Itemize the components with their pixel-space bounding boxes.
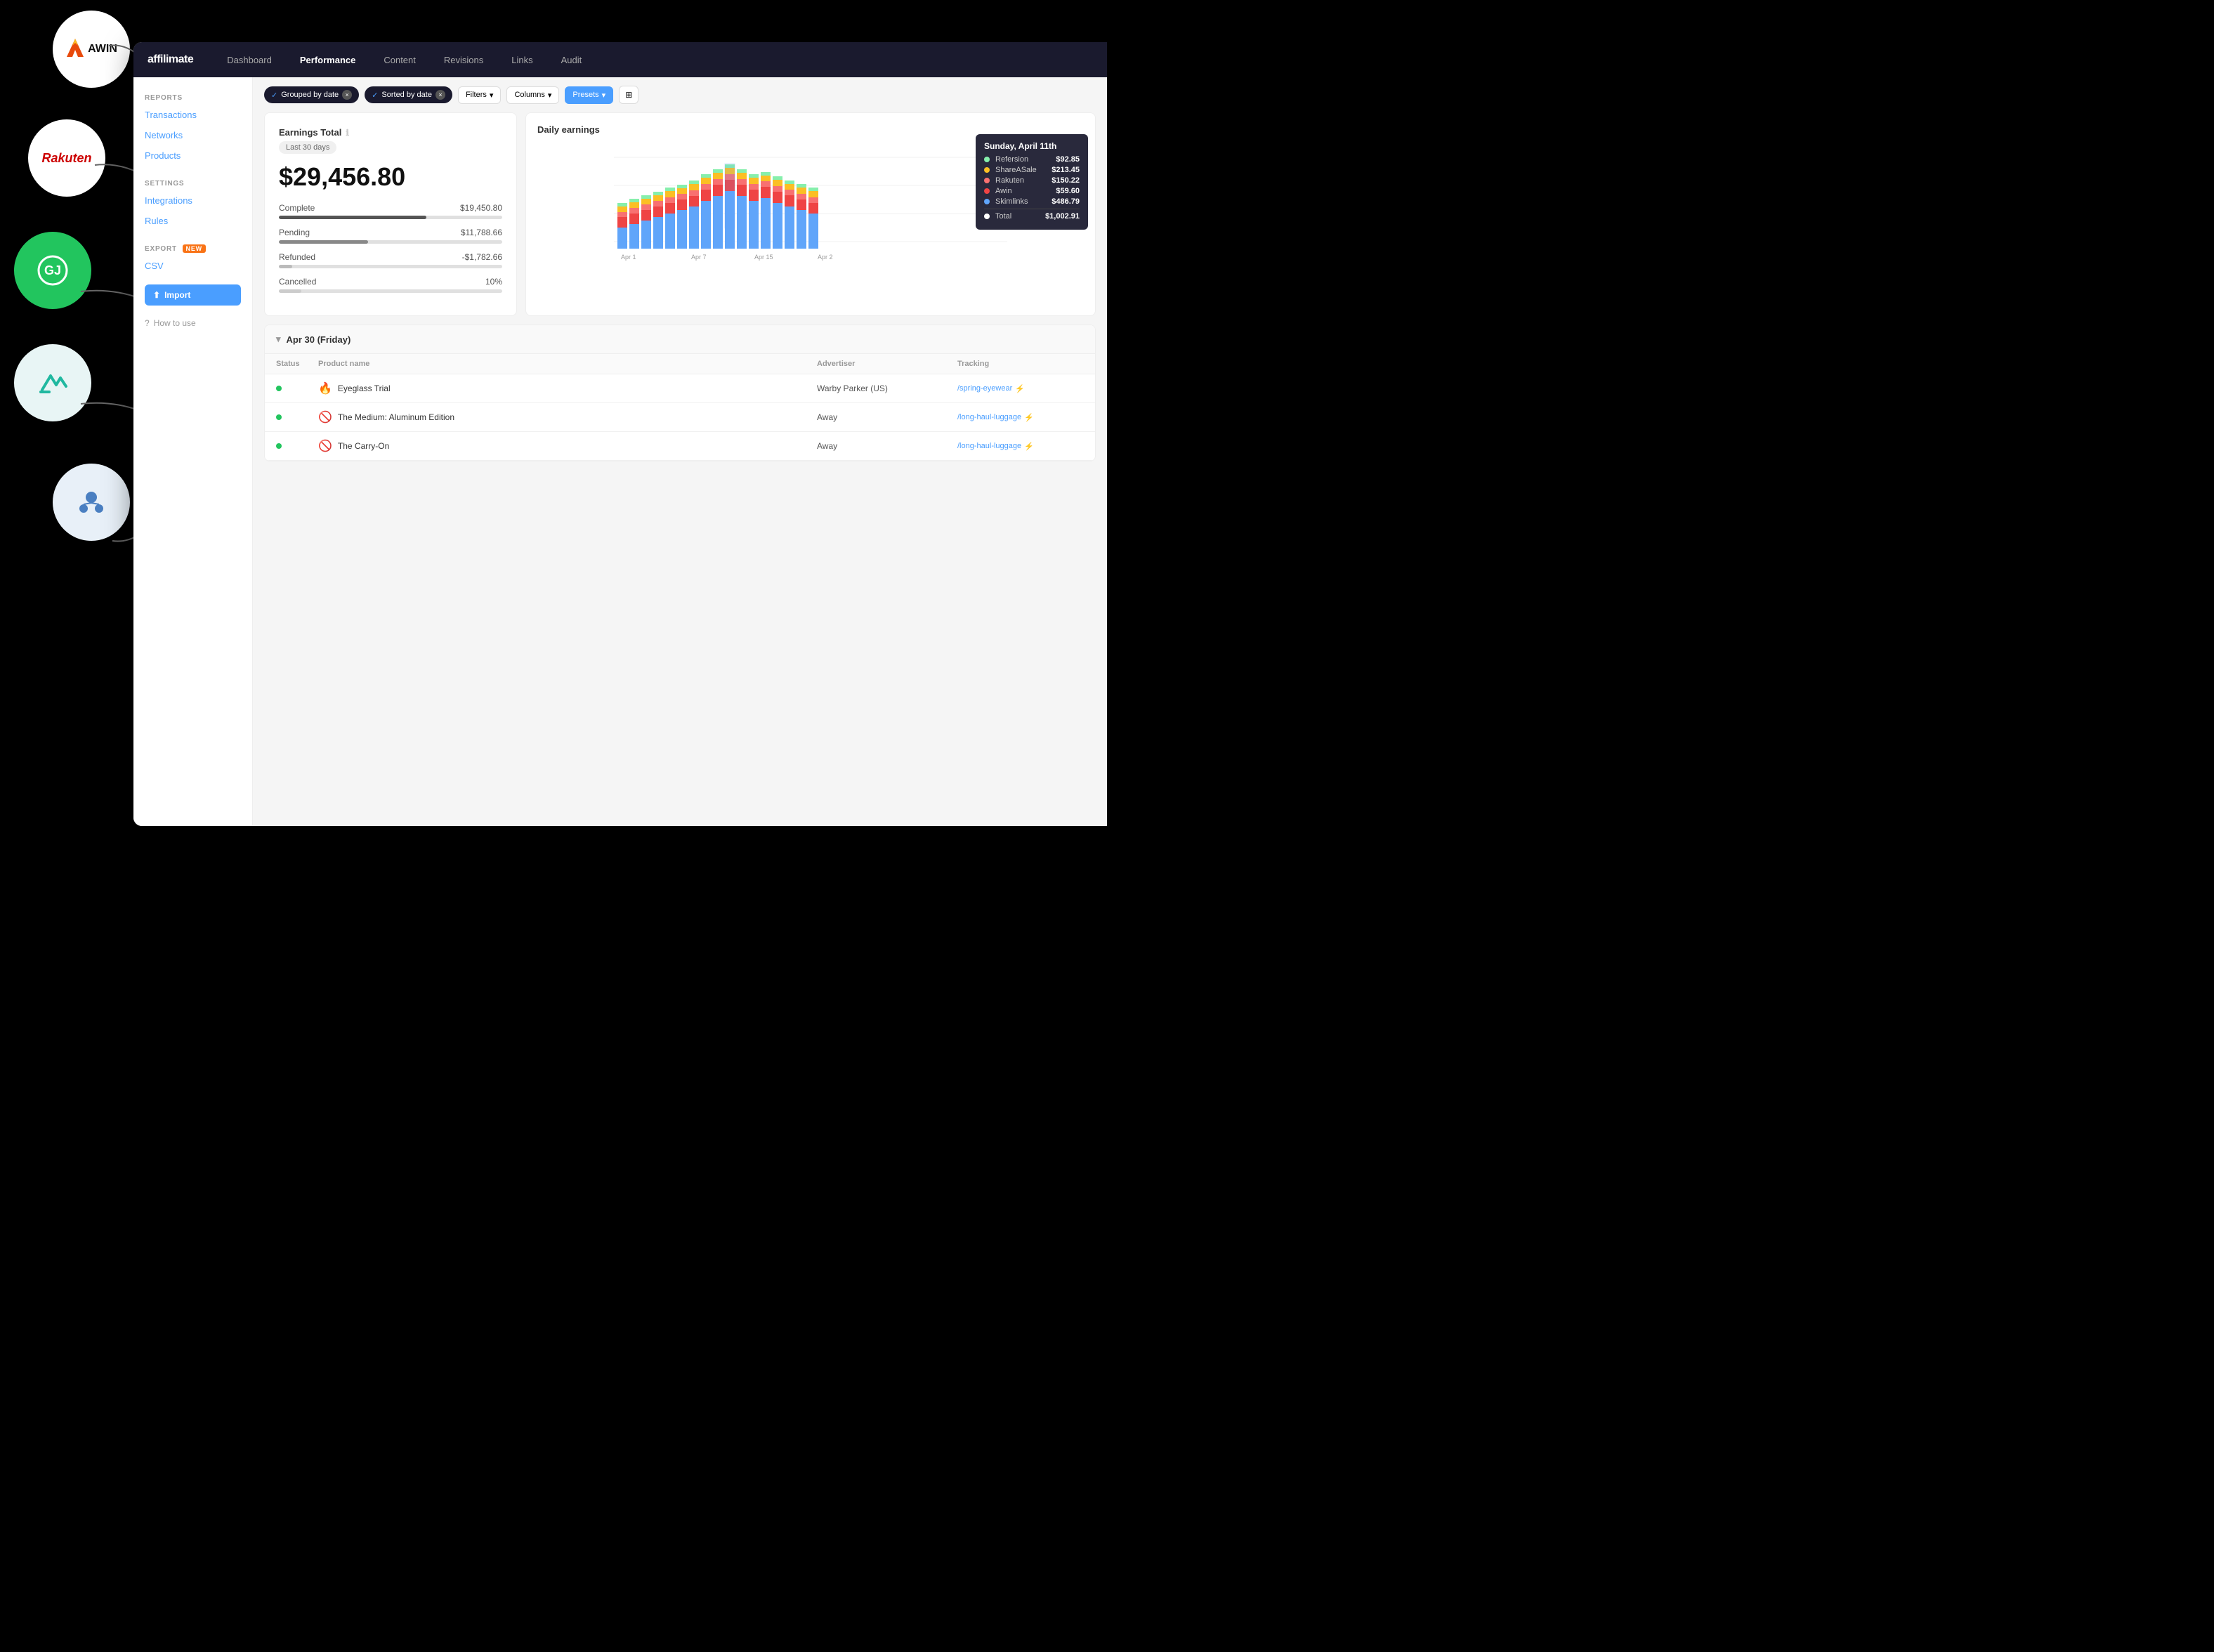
svg-text:Apr 1: Apr 1 xyxy=(621,254,636,261)
product-name-1: 🔥 Eyeglass Trial xyxy=(318,381,817,395)
filters-button[interactable]: Filters ▾ xyxy=(458,86,501,104)
import-icon: ⬆ xyxy=(153,290,160,300)
reports-section-title: REPORTS xyxy=(133,88,252,105)
svg-text:Apr 15: Apr 15 xyxy=(754,254,773,261)
tooltip-total: Total $1,002.91 xyxy=(984,209,1080,221)
help-icon: ? xyxy=(145,318,150,328)
earnings-pending: Pending $11,788.66 xyxy=(279,228,502,244)
sidebar-item-transactions[interactable]: Transactions xyxy=(133,105,252,125)
top-nav: affilimate Dashboard Performance Content… xyxy=(133,42,1107,77)
export-section-title: EXPORT NEW xyxy=(133,240,252,256)
svg-text:Apr 7: Apr 7 xyxy=(691,254,707,261)
earnings-complete: Complete $19,450.80 xyxy=(279,203,502,219)
advertiser-2: Away xyxy=(817,412,957,422)
nav-audit[interactable]: Audit xyxy=(556,52,588,68)
svg-text:Apr 2: Apr 2 xyxy=(818,254,833,261)
tooltip-date: Sunday, April 11th xyxy=(984,141,1080,151)
product-name-2: 🚫 The Medium: Aluminum Edition xyxy=(318,410,817,424)
col-tracking: Tracking xyxy=(957,360,1084,368)
date-badge: Last 30 days xyxy=(279,141,336,154)
external-link-icon-3: ⚡ xyxy=(1024,442,1034,451)
main-content: REPORTS Transactions Networks Products S… xyxy=(133,77,1107,826)
tracking-link-1[interactable]: /spring-eyewear ⚡ xyxy=(957,384,1084,393)
remove-grouped-filter[interactable]: × xyxy=(342,90,352,100)
settings-section-title: SETTINGS xyxy=(133,174,252,190)
svg-text:GJ: GJ xyxy=(44,263,61,277)
sorted-by-date-filter[interactable]: ✓ Sorted by date × xyxy=(365,86,452,103)
earnings-title: Earnings Total ℹ xyxy=(279,127,502,138)
nav-links[interactable]: Links xyxy=(506,52,538,68)
col-product: Product name xyxy=(318,360,817,368)
tracking-link-2[interactable]: /long-haul-luggage ⚡ xyxy=(957,413,1084,422)
info-icon: ℹ xyxy=(346,128,349,138)
check-icon-2: ✓ xyxy=(372,91,378,100)
external-link-icon-2: ⚡ xyxy=(1024,413,1034,422)
help-link[interactable]: ? How to use xyxy=(133,314,252,332)
table-header: Status Product name Advertiser Tracking xyxy=(265,354,1095,374)
chevron-down-icon-3: ▾ xyxy=(602,91,606,100)
table-row[interactable]: 🚫 The Medium: Aluminum Edition Away /lon… xyxy=(265,403,1095,432)
chart-title: Daily earnings xyxy=(537,124,1084,135)
tooltip-shareasale: ShareASale $213.45 xyxy=(984,166,1080,174)
col-advertiser: Advertiser xyxy=(817,360,957,368)
presets-button[interactable]: Presets ▾ xyxy=(565,86,613,104)
check-icon: ✓ xyxy=(271,91,277,100)
chevron-down-icon: ▾ xyxy=(490,91,494,100)
sidebar-item-csv[interactable]: CSV xyxy=(133,256,252,276)
sidebar-item-products[interactable]: Products xyxy=(133,145,252,166)
import-button[interactable]: ⬆ Import xyxy=(145,284,241,306)
table-row[interactable]: 🔥 Eyeglass Trial Warby Parker (US) /spri… xyxy=(265,374,1095,403)
sidebar-item-integrations[interactable]: Integrations xyxy=(133,190,252,211)
chart-panel: Daily earnings xyxy=(525,112,1096,316)
earnings-refunded: Refunded -$1,782.66 xyxy=(279,252,502,268)
tooltip-rakuten: Rakuten $150.22 xyxy=(984,176,1080,185)
status-dot-2 xyxy=(276,414,282,420)
product-icon-2: 🚫 xyxy=(318,410,332,424)
columns-button[interactable]: Columns ▾ xyxy=(506,86,559,104)
earnings-panel: Earnings Total ℹ Last 30 days $29,456.80… xyxy=(264,112,517,316)
sidebar: REPORTS Transactions Networks Products S… xyxy=(133,77,253,826)
nav-content[interactable]: Content xyxy=(378,52,421,68)
filter-bar: ✓ Grouped by date × ✓ Sorted by date × F… xyxy=(264,86,1096,104)
nav-performance[interactable]: Performance xyxy=(294,52,361,68)
section-header-apr30[interactable]: ▾ Apr 30 (Friday) xyxy=(265,325,1095,354)
nav-dashboard[interactable]: Dashboard xyxy=(221,52,277,68)
status-dot xyxy=(276,386,282,391)
external-link-icon: ⚡ xyxy=(1015,384,1025,393)
collapse-icon: ▾ xyxy=(276,334,281,345)
product-name-3: 🚫 The Carry-On xyxy=(318,439,817,453)
product-icon-3: 🚫 xyxy=(318,439,332,453)
advertiser-3: Away xyxy=(817,441,957,451)
grouped-by-date-filter[interactable]: ✓ Grouped by date × xyxy=(264,86,359,103)
col-status: Status xyxy=(276,360,318,368)
layout-icon: ⊞ xyxy=(625,90,632,100)
tooltip-awin: Awin $59.60 xyxy=(984,187,1080,195)
earnings-cancelled: Cancelled 10% xyxy=(279,277,502,293)
status-dot-3 xyxy=(276,443,282,449)
chart-tooltip: Sunday, April 11th Refersion $92.85 Shar… xyxy=(976,134,1088,230)
sidebar-item-networks[interactable]: Networks xyxy=(133,125,252,145)
nav-revisions[interactable]: Revisions xyxy=(438,52,489,68)
panels-row: Earnings Total ℹ Last 30 days $29,456.80… xyxy=(264,112,1096,316)
remove-sorted-filter[interactable]: × xyxy=(435,90,445,100)
export-badge: NEW xyxy=(183,244,206,253)
app-logo: affilimate xyxy=(148,53,193,66)
transactions-section: ▾ Apr 30 (Friday) Status Product name Ad… xyxy=(264,324,1096,461)
earnings-total: $29,456.80 xyxy=(279,162,502,192)
advertiser-1: Warby Parker (US) xyxy=(817,383,957,393)
tooltip-skimlinks: Skimlinks $486.79 xyxy=(984,197,1080,206)
product-icon-1: 🔥 xyxy=(318,381,332,395)
layout-icon-button[interactable]: ⊞ xyxy=(619,86,638,104)
tracking-link-3[interactable]: /long-haul-luggage ⚡ xyxy=(957,442,1084,451)
chevron-down-icon-2: ▾ xyxy=(548,91,552,100)
tooltip-refersion: Refersion $92.85 xyxy=(984,155,1080,164)
rakuten-text: Rakuten xyxy=(41,151,91,166)
app-window: affilimate Dashboard Performance Content… xyxy=(133,42,1107,826)
content-area: ✓ Grouped by date × ✓ Sorted by date × F… xyxy=(253,77,1107,826)
table-row[interactable]: 🚫 The Carry-On Away /long-haul-luggage ⚡ xyxy=(265,432,1095,461)
sidebar-item-rules[interactable]: Rules xyxy=(133,211,252,231)
